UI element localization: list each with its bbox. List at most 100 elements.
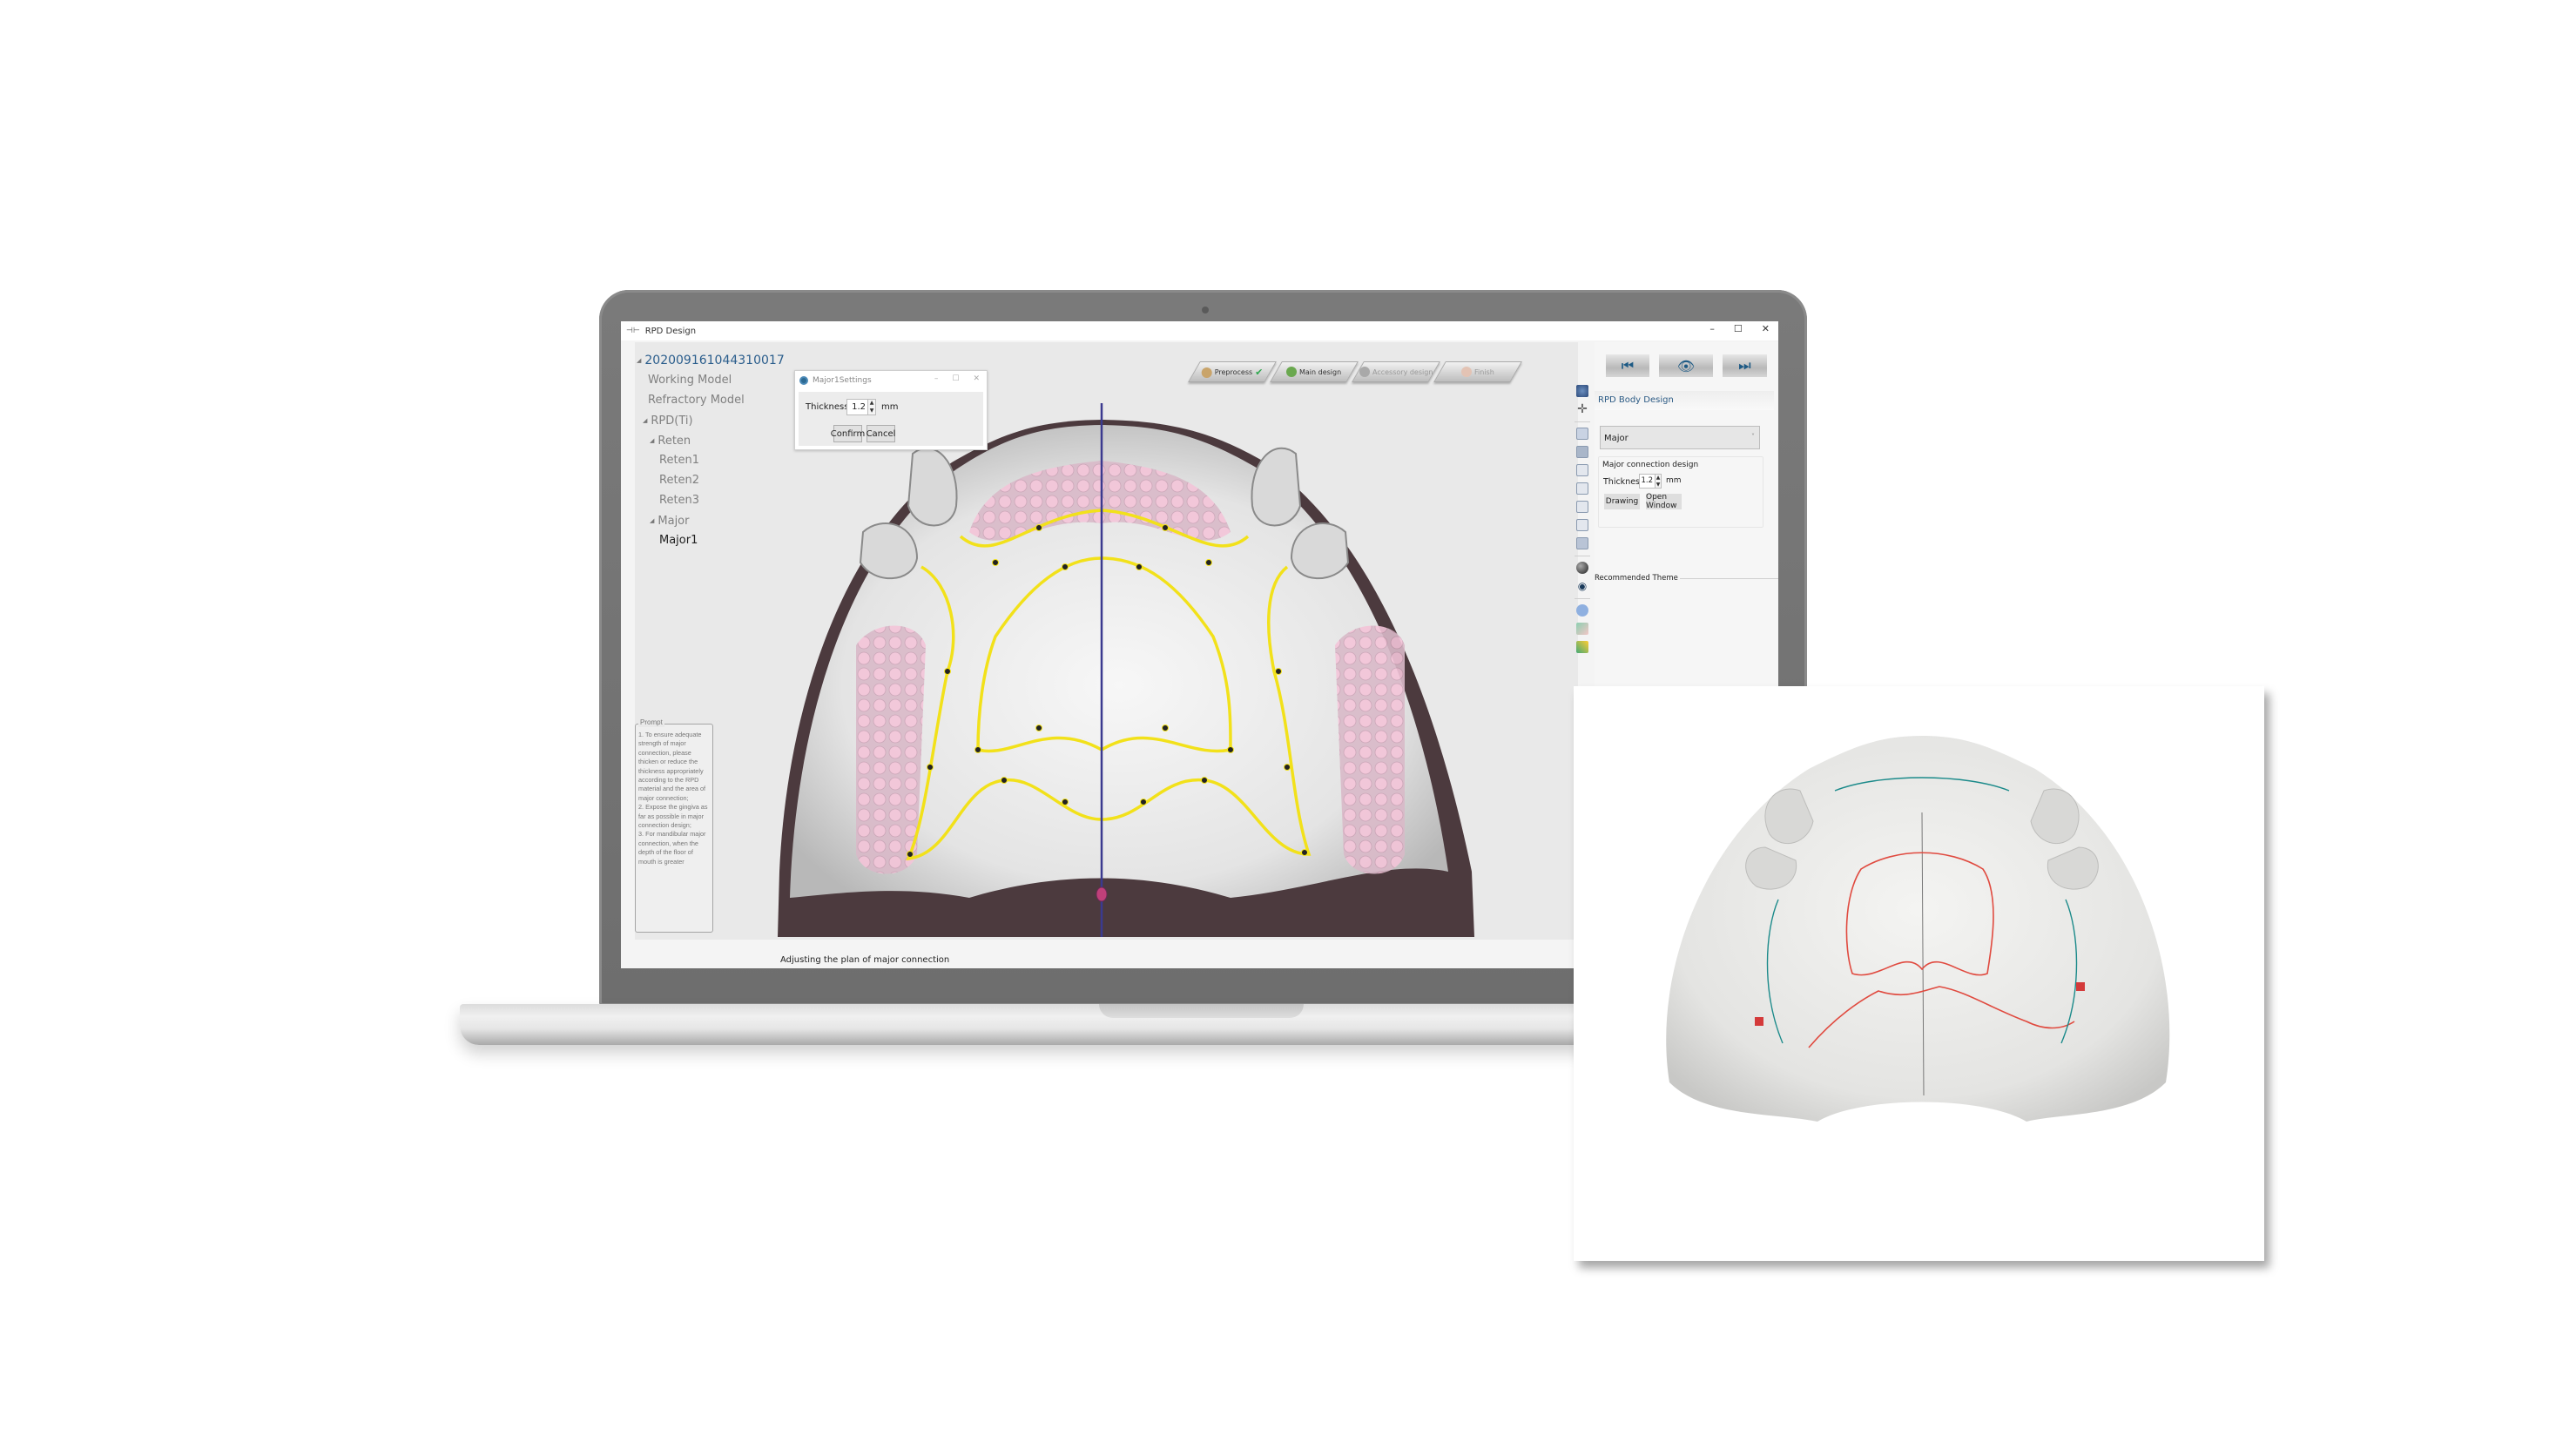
- divider: [1679, 577, 1778, 579]
- caret-icon: ◢: [650, 437, 655, 444]
- dialog-body: Thickness: 1.2 ▲ ▼ mm Confirm Cancel: [799, 392, 983, 446]
- tree-item-reten3[interactable]: Reten3: [659, 493, 699, 509]
- right-view-icon[interactable]: [1576, 482, 1588, 495]
- thickness-value[interactable]: 1.2: [1640, 475, 1655, 488]
- plaster-model-photo: [1574, 686, 2264, 1261]
- maximize-button[interactable]: ☐: [1734, 323, 1743, 334]
- front-view-icon[interactable]: [1576, 428, 1588, 440]
- close-button[interactable]: ✕: [1762, 323, 1770, 334]
- finish-icon: [1461, 367, 1473, 377]
- dialog-title: Major1Settings: [813, 375, 872, 385]
- previous-step-button[interactable]: ⏮: [1606, 354, 1649, 377]
- section-header: RPD Body Design: [1595, 391, 1774, 410]
- shading-sphere-icon[interactable]: [1576, 562, 1588, 574]
- unit-label: mm: [1666, 476, 1682, 485]
- tree-item-label: RPD(Ti): [651, 414, 693, 428]
- tree-root-label: 202009161044310017: [644, 354, 785, 367]
- tree-item-major[interactable]: ◢ Major: [650, 513, 689, 529]
- visibility-eye-icon[interactable]: ◉: [1576, 580, 1588, 592]
- spin-up-icon[interactable]: ▲: [868, 400, 875, 408]
- major-settings-dialog: Major1Settings – ☐ ✕ Thickness: 1.2 ▲ ▼ m…: [794, 370, 988, 450]
- recommended-theme: Recommended Theme: [1595, 574, 1778, 583]
- dialog-title-bar: Major1Settings – ☐ ✕: [795, 371, 987, 389]
- prompt-box: Prompt 1. To ensure adequate strength of…: [635, 718, 713, 933]
- measure-icon[interactable]: [1576, 641, 1588, 653]
- thickness-value[interactable]: 1.2: [847, 400, 867, 414]
- plaster-model-image: [1666, 736, 2170, 1122]
- tree-item-rpd[interactable]: ◢ RPD(Ti): [643, 413, 693, 429]
- title-bar: ⊣⊢ RPD Design – ☐ ✕: [621, 321, 1778, 340]
- axis-view-icon[interactable]: [1576, 385, 1588, 397]
- step-finish[interactable]: Finish: [1433, 361, 1522, 382]
- check-icon: ✔: [1255, 366, 1264, 378]
- step-accessory-design[interactable]: Accessory design: [1352, 361, 1440, 382]
- spin-up-icon[interactable]: ▲: [1656, 475, 1661, 482]
- bottom-view-icon[interactable]: [1576, 519, 1588, 531]
- status-text: Adjusting the plan of major connection: [780, 955, 950, 965]
- step-preprocess[interactable]: Preprocess ✔: [1188, 361, 1277, 382]
- tree-item-major1[interactable]: Major1: [659, 533, 698, 549]
- prompt-legend: Prompt: [638, 718, 664, 728]
- divider: [1575, 598, 1590, 599]
- transparency-icon[interactable]: [1576, 604, 1588, 617]
- color-map-icon[interactable]: [1576, 623, 1588, 635]
- caret-icon: ◢: [637, 357, 642, 364]
- tree-item-reten[interactable]: ◢ Reten: [650, 433, 691, 449]
- group-title: Major connection design: [1602, 461, 1699, 469]
- tree-item-working-model[interactable]: Working Model: [648, 373, 732, 388]
- confirm-button[interactable]: Confirm: [831, 425, 865, 442]
- tree-item-label: Major1: [659, 534, 698, 547]
- tree-item-reten2[interactable]: Reten2: [659, 473, 699, 489]
- thickness-label: Thickness: [1603, 477, 1644, 487]
- spin-down-icon[interactable]: ▼: [1656, 482, 1661, 489]
- prompt-text: 1. To ensure adequate strength of major …: [638, 731, 708, 866]
- chevron-down-icon: ˅: [1751, 433, 1755, 441]
- tree-item-label: Reten: [657, 435, 691, 448]
- dialog-minimize-button[interactable]: –: [934, 374, 939, 383]
- caret-icon: ◢: [650, 517, 655, 524]
- component-select[interactable]: Major ˅: [1600, 426, 1760, 449]
- back-view-icon[interactable]: [1576, 446, 1588, 458]
- iso-view-icon[interactable]: [1576, 537, 1588, 549]
- mesh-retention-right: [1335, 625, 1405, 874]
- 3d-viewport[interactable]: [778, 384, 1492, 937]
- skip-forward-icon: ⏭: [1738, 357, 1751, 374]
- top-view-icon[interactable]: [1576, 501, 1588, 513]
- step-toolbar: Preprocess ✔ Main design Accessory design…: [1188, 361, 1522, 382]
- laptop-notch: [1099, 1004, 1304, 1018]
- drawing-button[interactable]: Drawing: [1604, 494, 1640, 509]
- crosshair-icon[interactable]: ✛: [1576, 403, 1588, 415]
- minimize-button[interactable]: –: [1709, 323, 1715, 334]
- view-toolbar: ✛ ◉: [1573, 385, 1592, 681]
- step-label: Main design: [1299, 367, 1342, 376]
- dialog-thickness-spinbox[interactable]: 1.2 ▲ ▼: [846, 399, 876, 415]
- tree-item-label: Major: [657, 515, 690, 528]
- spin-down-icon[interactable]: ▼: [868, 408, 875, 415]
- step-main-design[interactable]: Main design: [1270, 361, 1359, 382]
- tree-item-label: Reten2: [659, 474, 700, 487]
- preprocess-icon: [1201, 367, 1212, 377]
- panel-thickness-spinbox[interactable]: 1.2 ▲ ▼: [1639, 474, 1662, 489]
- step-label: Preprocess: [1214, 367, 1253, 376]
- left-view-icon[interactable]: [1576, 464, 1588, 476]
- tree-item-refractory-model[interactable]: Refractory Model: [648, 393, 745, 408]
- tree-item-label: Refractory Model: [648, 394, 745, 407]
- cancel-button[interactable]: Cancel: [867, 425, 895, 442]
- tree-item-label: Working Model: [648, 374, 732, 387]
- midline-handle[interactable]: [1096, 886, 1108, 902]
- app-icon: ⊣⊢: [626, 327, 640, 335]
- tree-item-reten1[interactable]: Reten1: [659, 453, 699, 468]
- accessory-icon: [1359, 367, 1370, 377]
- tree-root[interactable]: ◢ 202009161044310017: [637, 353, 785, 368]
- eye-icon: 👁: [1676, 357, 1696, 374]
- tree-item-label: Reten3: [659, 494, 700, 507]
- window-title: RPD Design: [644, 326, 697, 336]
- next-step-button[interactable]: ⏭: [1723, 354, 1767, 377]
- open-window-button[interactable]: Open Window: [1646, 493, 1682, 510]
- dialog-maximize-button[interactable]: ☐: [952, 374, 959, 383]
- main-design-icon: [1286, 367, 1298, 377]
- step-label: Finish: [1474, 367, 1494, 376]
- app-logo-icon: [799, 375, 808, 385]
- dialog-close-button[interactable]: ✕: [973, 374, 980, 383]
- view-toggle-button[interactable]: 👁: [1659, 354, 1713, 377]
